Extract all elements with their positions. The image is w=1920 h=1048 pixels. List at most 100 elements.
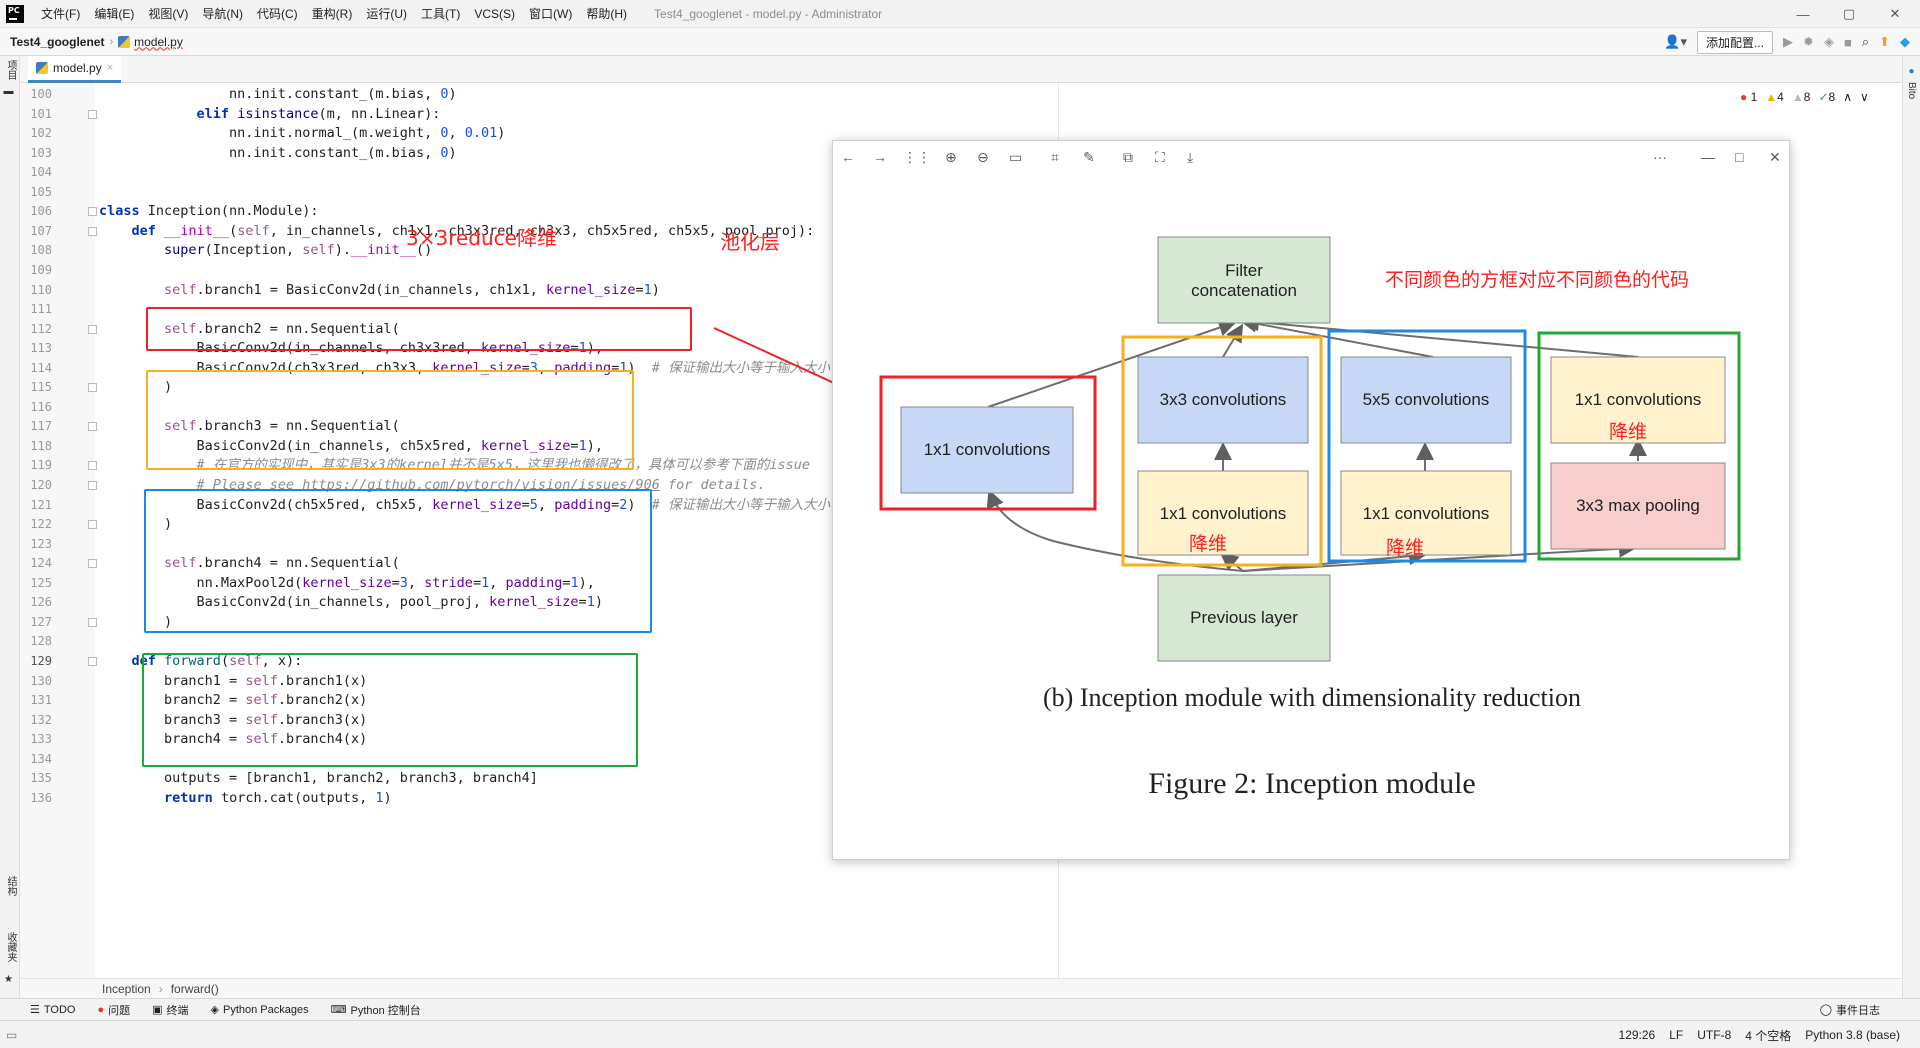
star-icon[interactable]: ★	[3, 974, 14, 985]
fold-marker-icon[interactable]	[88, 109, 97, 119]
error-count[interactable]: ● 1	[1740, 90, 1757, 104]
project-tool-button[interactable]: 项目	[3, 60, 18, 80]
debug-icon[interactable]: ✹	[1803, 34, 1814, 50]
zoom-in-icon[interactable]: ⊕	[945, 149, 957, 166]
line-separator[interactable]: LF	[1669, 1028, 1683, 1042]
layout-icon[interactable]: ▭	[6, 1028, 17, 1042]
jetbrains-icon[interactable]: ◆	[1900, 34, 1910, 50]
code-line[interactable]: class Inception(nn.Module):	[99, 202, 318, 222]
fold-marker-icon[interactable]	[88, 520, 97, 530]
code-line[interactable]: self.branch1 = BasicConv2d(in_channels, …	[99, 281, 660, 301]
edit-icon[interactable]: ✎	[1083, 149, 1095, 166]
code-line[interactable]: branch4 = self.branch4(x)	[99, 730, 367, 750]
code-line[interactable]: elif isinstance(m, nn.Linear):	[99, 105, 441, 125]
event-log-tool-button[interactable]: ◯ 事件日志	[1820, 1002, 1880, 1018]
update-icon[interactable]: ⬆	[1879, 34, 1890, 50]
menu-run[interactable]: 运行(U)	[359, 5, 414, 22]
tab-model-py[interactable]: model.py ×	[28, 56, 122, 83]
code-line[interactable]: nn.init.constant_(m.bias, 0)	[99, 85, 457, 105]
breadcrumb-project[interactable]: Test4_googlenet	[10, 35, 104, 49]
code-line[interactable]: self.branch2 = nn.Sequential(	[99, 320, 400, 340]
actual-size-icon[interactable]: ▭	[1009, 149, 1022, 166]
crop-icon[interactable]: ⌗	[1051, 149, 1059, 166]
search-icon[interactable]: ⌕	[1862, 34, 1869, 50]
inspection-widget[interactable]: ● 1 ▲4 ▲8 ✓8 ∧ ∨	[1740, 90, 1869, 104]
code-line[interactable]: super(Inception, self).__init__()	[99, 241, 432, 261]
code-line[interactable]: BasicConv2d(ch5x5red, ch5x5, kernel_size…	[99, 496, 831, 516]
image-viewer-window[interactable]: ← → ⋮⋮ ⊕ ⊖ ▭ ⌗ ✎ ⧉ ⛶ ⤓ ··· — □ ✕ Filter …	[832, 140, 1790, 860]
python-console-tool-button[interactable]: ⌨ Python 控制台	[331, 1002, 421, 1018]
code-line[interactable]: BasicConv2d(in_channels, ch3x3red, kerne…	[99, 339, 603, 359]
fold-marker-icon[interactable]	[88, 559, 97, 569]
breadcrumb-function[interactable]: forward()	[171, 982, 219, 996]
chevron-down-icon[interactable]: ∨	[1860, 90, 1869, 104]
fold-marker-icon[interactable]	[88, 226, 97, 236]
coverage-icon[interactable]: ◈	[1824, 34, 1834, 50]
favorites-tool-button[interactable]: 收藏夹	[3, 932, 18, 962]
menu-edit[interactable]: 编辑(E)	[87, 5, 141, 22]
code-line[interactable]: branch2 = self.branch2(x)	[99, 691, 367, 711]
breadcrumb-class[interactable]: Inception	[102, 982, 151, 996]
close-tab-icon[interactable]: ×	[107, 62, 113, 74]
fold-marker-icon[interactable]	[88, 656, 97, 666]
forward-arrow-icon[interactable]: →	[873, 149, 887, 165]
code-line[interactable]: BasicConv2d(in_channels, pool_proj, kern…	[99, 593, 603, 613]
more-options-icon[interactable]: ···	[1653, 149, 1667, 165]
problems-tool-button[interactable]: ● 问题	[97, 1002, 130, 1018]
weak-warning-count[interactable]: ▲8	[1792, 90, 1811, 104]
menu-navigate[interactable]: 导航(N)	[195, 5, 250, 22]
warning-count[interactable]: ▲4	[1765, 90, 1784, 104]
run-icon[interactable]: ▶	[1783, 34, 1793, 50]
fold-marker-icon[interactable]	[88, 422, 97, 432]
grid-view-icon[interactable]: ⋮⋮	[903, 149, 931, 166]
menu-code[interactable]: 代码(C)	[250, 5, 305, 22]
chevron-up-icon[interactable]: ∧	[1843, 90, 1852, 104]
code-line[interactable]: )	[99, 613, 172, 633]
code-line[interactable]: nn.MaxPool2d(kernel_size=3, stride=1, pa…	[99, 574, 595, 594]
save-icon[interactable]: ⤓	[1187, 149, 1193, 166]
zoom-out-icon[interactable]: ⊖	[977, 149, 989, 166]
user-icon[interactable]: 👤▾	[1664, 34, 1687, 50]
terminal-tool-button[interactable]: ▣ 终端	[152, 1002, 188, 1018]
menu-help[interactable]: 帮助(H)	[579, 5, 634, 22]
file-encoding[interactable]: UTF-8	[1697, 1028, 1731, 1042]
menu-window[interactable]: 窗口(W)	[522, 5, 579, 22]
back-arrow-icon[interactable]: ←	[841, 149, 855, 165]
code-line[interactable]: BasicConv2d(in_channels, ch5x5red, kerne…	[99, 437, 603, 457]
caret-position[interactable]: 129:26	[1619, 1028, 1656, 1042]
fold-marker-icon[interactable]	[88, 324, 97, 334]
fold-marker-icon[interactable]	[88, 383, 97, 393]
menu-view[interactable]: 视图(V)	[141, 5, 195, 22]
stop-icon[interactable]: ■	[1844, 35, 1852, 50]
code-line[interactable]: branch1 = self.branch1(x)	[99, 672, 367, 692]
viewer-minimize-button[interactable]: —	[1701, 149, 1715, 165]
fold-marker-icon[interactable]	[88, 481, 97, 490]
todo-tool-button[interactable]: ☰ TODO	[30, 1003, 75, 1017]
python-interpreter[interactable]: Python 3.8 (base)	[1805, 1028, 1900, 1042]
copy-icon[interactable]: ⧉	[1123, 149, 1133, 166]
code-line[interactable]: return torch.cat(outputs, 1)	[99, 789, 392, 809]
fold-marker-icon[interactable]	[88, 207, 97, 217]
code-line[interactable]: def forward(self, x):	[99, 652, 303, 672]
python-packages-tool-button[interactable]: ◈ Python Packages	[211, 1003, 309, 1017]
bito-icon[interactable]: ●	[1906, 66, 1917, 77]
viewer-close-button[interactable]: ✕	[1769, 149, 1781, 166]
code-line[interactable]: )	[99, 515, 172, 535]
typo-count[interactable]: ✓8	[1818, 90, 1835, 104]
code-line[interactable]: )	[99, 378, 172, 398]
menu-vcs[interactable]: VCS(S)	[467, 7, 522, 21]
code-line[interactable]: nn.init.normal_(m.weight, 0, 0.01)	[99, 124, 505, 144]
viewer-maximize-button[interactable]: □	[1735, 149, 1743, 165]
code-line[interactable]: nn.init.constant_(m.bias, 0)	[99, 144, 457, 164]
structure-tool-button[interactable]: 结构	[3, 876, 18, 896]
close-window-button[interactable]: ✕	[1872, 0, 1918, 28]
code-line[interactable]: # Please see https://github.com/pytorch/…	[99, 476, 766, 496]
menu-refactor[interactable]: 重构(R)	[305, 5, 360, 22]
menu-tools[interactable]: 工具(T)	[414, 5, 467, 22]
add-configuration-button[interactable]: 添加配置...	[1697, 30, 1774, 54]
fold-marker-icon[interactable]	[88, 461, 97, 471]
breadcrumb-file[interactable]: model.py	[118, 35, 183, 49]
code-line[interactable]: branch3 = self.branch3(x)	[99, 711, 367, 731]
code-line[interactable]: self.branch3 = nn.Sequential(	[99, 417, 400, 437]
folder-icon[interactable]: ▬	[3, 86, 14, 97]
